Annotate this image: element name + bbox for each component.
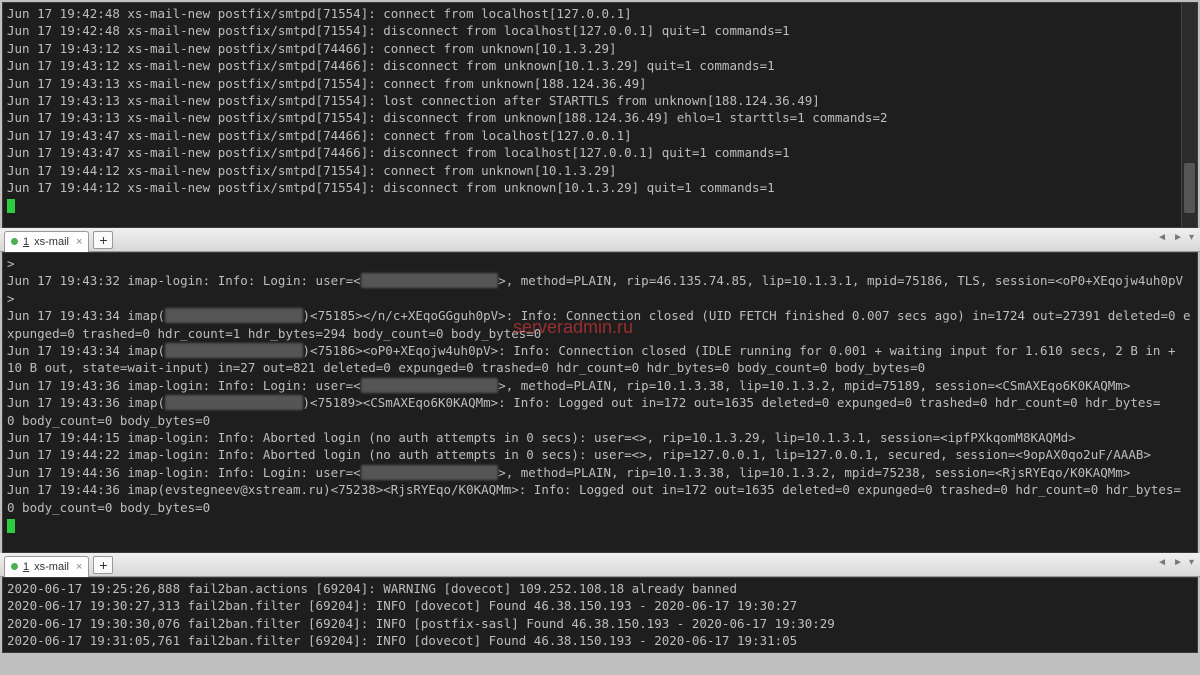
log-line: xpunged=0 trashed=0 hdr_count=1 hdr_byte… bbox=[7, 325, 1193, 342]
terminal-pane-fail2ban: 2020-06-17 19:25:26,888 fail2ban.actions… bbox=[2, 577, 1198, 653]
log-line: Jun 17 19:43:47 xs-mail-new postfix/smtp… bbox=[7, 144, 1193, 161]
nav-left-icon[interactable]: ◄ bbox=[1157, 232, 1167, 243]
log-line: Jun 17 19:44:22 imap-login: Info: Aborte… bbox=[7, 446, 1193, 463]
status-dot-icon bbox=[11, 238, 18, 245]
tab-number: 1 bbox=[23, 236, 29, 248]
status-dot-icon bbox=[11, 563, 18, 570]
log-line: Jun 17 19:44:12 xs-mail-new postfix/smtp… bbox=[7, 162, 1193, 179]
log-line: Jun 17 19:43:13 xs-mail-new postfix/smtp… bbox=[7, 75, 1193, 92]
log-line: Jun 17 19:42:48 xs-mail-new postfix/smtp… bbox=[7, 22, 1193, 39]
log-line: Jun 17 19:43:13 xs-mail-new postfix/smtp… bbox=[7, 109, 1193, 126]
tab-nav: ◄ ► ▾ bbox=[1157, 232, 1194, 243]
log-line: Jun 17 19:43:12 xs-mail-new postfix/smtp… bbox=[7, 57, 1193, 74]
close-icon[interactable]: × bbox=[74, 236, 82, 248]
log-line: 10 B out, state=wait-input) in=27 out=82… bbox=[7, 359, 1193, 376]
cursor-icon bbox=[7, 519, 15, 533]
log-line: 2020-06-17 19:31:05,761 fail2ban.filter … bbox=[7, 632, 1193, 649]
terminal-pane-imap: serveradmin.ru > Jun 17 19:43:32 imap-lo… bbox=[2, 252, 1198, 553]
tab-nav: ◄ ► ▾ bbox=[1157, 557, 1194, 568]
add-tab-button[interactable]: + bbox=[93, 231, 113, 249]
log-line: Jun 17 19:44:36 imap(evstegneev@xstream.… bbox=[7, 481, 1193, 498]
log-line: Jun 17 19:42:48 xs-mail-new postfix/smtp… bbox=[7, 5, 1193, 22]
log-line: > bbox=[7, 255, 1193, 272]
terminal-pane-postfix: Jun 17 19:42:48 xs-mail-new postfix/smtp… bbox=[2, 2, 1198, 228]
log-line: > bbox=[7, 290, 1193, 307]
log-line: Jun 17 19:43:34 imap(xxxxxxxxxxxxxxxxxx)… bbox=[7, 307, 1193, 324]
tab-title-label: xs-mail bbox=[34, 561, 69, 573]
log-line: Jun 17 19:43:36 imap(xxxxxxxxxxxxxxxxxx)… bbox=[7, 394, 1193, 411]
log-line: 2020-06-17 19:30:30,076 fail2ban.filter … bbox=[7, 615, 1193, 632]
tab-title-label: xs-mail bbox=[34, 236, 69, 248]
log-line: Jun 17 19:44:15 imap-login: Info: Aborte… bbox=[7, 429, 1193, 446]
log-line: Jun 17 19:43:32 imap-login: Info: Login:… bbox=[7, 272, 1193, 289]
nav-left-icon[interactable]: ◄ bbox=[1157, 557, 1167, 568]
log-line: 0 body_count=0 body_bytes=0 bbox=[7, 499, 1193, 516]
log-line: Jun 17 19:43:34 imap(xxxxxxxxxxxxxxxxxx)… bbox=[7, 342, 1193, 359]
log-line: Jun 17 19:43:12 xs-mail-new postfix/smtp… bbox=[7, 40, 1193, 57]
fail2ban-log-content: 2020-06-17 19:25:26,888 fail2ban.actions… bbox=[3, 578, 1197, 652]
nav-right-icon[interactable]: ► bbox=[1173, 557, 1183, 568]
log-line: 2020-06-17 19:25:26,888 fail2ban.actions… bbox=[7, 580, 1193, 597]
nav-right-icon[interactable]: ► bbox=[1173, 232, 1183, 243]
add-tab-button[interactable]: + bbox=[93, 556, 113, 574]
log-line: Jun 17 19:44:12 xs-mail-new postfix/smtp… bbox=[7, 179, 1193, 196]
imap-log-content: > Jun 17 19:43:32 imap-login: Info: Logi… bbox=[3, 253, 1197, 536]
close-icon[interactable]: × bbox=[74, 561, 82, 573]
log-line: 2020-06-17 19:30:27,313 fail2ban.filter … bbox=[7, 597, 1193, 614]
scrollbar-thumb[interactable] bbox=[1184, 163, 1195, 213]
scrollbar[interactable] bbox=[1181, 3, 1197, 227]
cursor-icon bbox=[7, 199, 15, 213]
log-line: 0 body_count=0 body_bytes=0 bbox=[7, 412, 1193, 429]
tab-bar-middle: 1 xs-mail × + ◄ ► ▾ bbox=[0, 228, 1200, 252]
tab-bar-bottom: 1 xs-mail × + ◄ ► ▾ bbox=[0, 553, 1200, 577]
nav-down-icon[interactable]: ▾ bbox=[1189, 557, 1194, 568]
tab-xs-mail[interactable]: 1 xs-mail × bbox=[4, 556, 89, 577]
tab-number: 1 bbox=[23, 561, 29, 573]
log-line: Jun 17 19:43:47 xs-mail-new postfix/smtp… bbox=[7, 127, 1193, 144]
log-line: Jun 17 19:43:36 imap-login: Info: Login:… bbox=[7, 377, 1193, 394]
postfix-log-content: Jun 17 19:42:48 xs-mail-new postfix/smtp… bbox=[3, 3, 1197, 216]
nav-down-icon[interactable]: ▾ bbox=[1189, 232, 1194, 243]
log-line: Jun 17 19:44:36 imap-login: Info: Login:… bbox=[7, 464, 1193, 481]
log-line: Jun 17 19:43:13 xs-mail-new postfix/smtp… bbox=[7, 92, 1193, 109]
tab-xs-mail[interactable]: 1 xs-mail × bbox=[4, 231, 89, 252]
